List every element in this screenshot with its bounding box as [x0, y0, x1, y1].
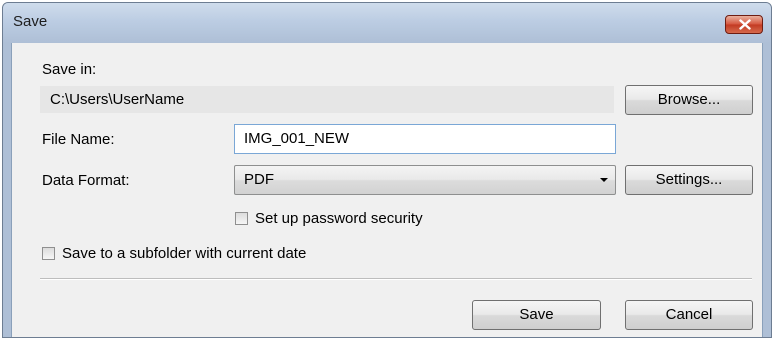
data-format-label: Data Format: [42, 172, 130, 189]
dialog-body: Save in: C:\Users\UserName Browse... Fil… [11, 43, 763, 337]
password-security-option[interactable]: Set up password security [235, 210, 455, 230]
subfolder-label: Save to a subfolder with current date [62, 245, 307, 262]
subfolder-checkbox[interactable] [42, 247, 55, 260]
close-icon [739, 19, 751, 30]
password-security-label: Set up password security [255, 210, 423, 227]
separator [40, 278, 752, 280]
chevron-down-icon [600, 178, 608, 182]
file-name-label: File Name: [42, 131, 115, 148]
save-button[interactable]: Save [472, 300, 601, 330]
save-in-label: Save in: [42, 61, 97, 78]
password-security-checkbox[interactable] [235, 212, 248, 225]
settings-button[interactable]: Settings... [625, 165, 753, 195]
save-in-path: C:\Users\UserName [40, 86, 614, 113]
data-format-select[interactable]: PDF [234, 165, 616, 195]
subfolder-option[interactable]: Save to a subfolder with current date [42, 245, 362, 265]
browse-button[interactable]: Browse... [625, 85, 753, 115]
window-title: Save [13, 13, 48, 30]
close-button[interactable] [725, 15, 763, 34]
cancel-button[interactable]: Cancel [625, 300, 753, 330]
save-dialog: Save Save in: C:\Users\UserName Browse..… [2, 2, 772, 338]
data-format-value: PDF [244, 171, 274, 188]
file-name-input[interactable]: IMG_001_NEW [234, 124, 616, 154]
title-bar[interactable]: Save [3, 3, 771, 43]
